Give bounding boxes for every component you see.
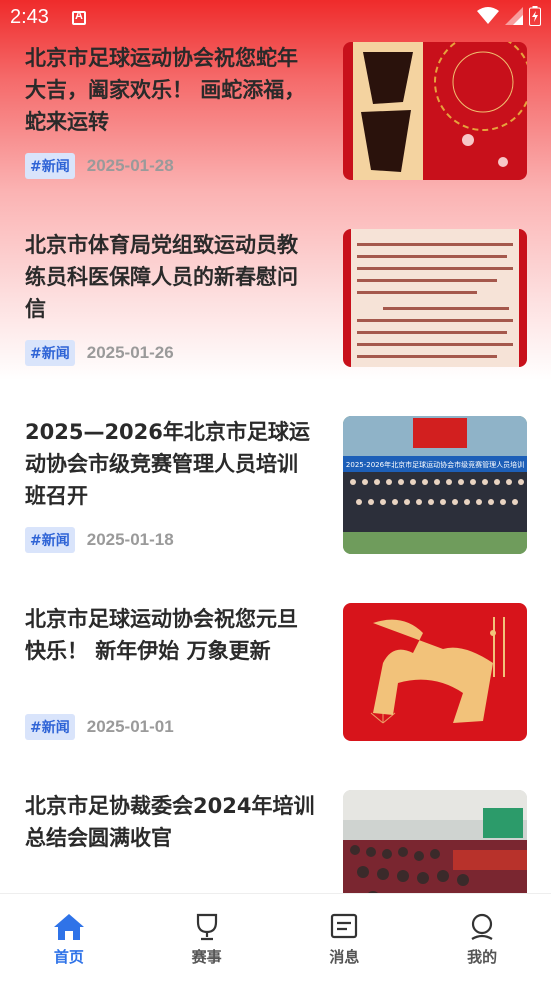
- news-thumbnail[interactable]: [343, 42, 527, 180]
- news-item[interactable]: 北京市足协裁委会2024年培训总结会圆满收官: [0, 784, 551, 893]
- bottom-tab-bar: 首页 赛事 消息 我的: [0, 893, 551, 982]
- trophy-icon: [190, 912, 224, 942]
- news-title[interactable]: 北京市足球运动协会祝您元旦快乐！ 新年伊始 万象更新: [25, 603, 315, 667]
- news-title[interactable]: 北京市足球运动协会祝您蛇年大吉，阖家欢乐！ 画蛇添福，蛇来运转: [25, 42, 315, 138]
- tab-home[interactable]: 首页: [0, 894, 138, 982]
- tab-events[interactable]: 赛事: [138, 894, 276, 982]
- tab-label: 赛事: [191, 948, 222, 966]
- user-icon: [465, 912, 499, 942]
- news-item[interactable]: 2025—2026年北京市足球运动协会市级竞赛管理人员培训班召开 #新闻 202…: [0, 410, 551, 597]
- news-item[interactable]: 北京市体育局党组致运动员教练员科医保障人员的新春慰问信 #新闻 2025-01-…: [0, 223, 551, 410]
- tab-label: 消息: [329, 948, 360, 966]
- news-item[interactable]: 北京市足球运动协会祝您蛇年大吉，阖家欢乐！ 画蛇添福，蛇来运转 #新闻 2025…: [0, 36, 551, 223]
- news-thumbnail[interactable]: [343, 603, 527, 741]
- tab-messages[interactable]: 消息: [276, 894, 414, 982]
- news-date: 2025-01-18: [86, 530, 174, 549]
- news-title[interactable]: 北京市足协裁委会2024年培训总结会圆满收官: [25, 790, 315, 854]
- home-icon: [52, 912, 86, 942]
- thumb-banner-text: 2025-2026年北京市足球运动协会市级竞赛管理人员培训: [346, 460, 524, 469]
- news-title[interactable]: 2025—2026年北京市足球运动协会市级竞赛管理人员培训班召开: [25, 416, 315, 512]
- status-bar: 2:43: [0, 0, 551, 36]
- news-feed[interactable]: 北京市足球运动协会祝您蛇年大吉，阖家欢乐！ 画蛇添福，蛇来运转 #新闻 2025…: [0, 36, 551, 893]
- signal-icon: [505, 7, 523, 25]
- tab-label: 我的: [467, 948, 498, 966]
- message-icon: [327, 912, 361, 942]
- news-title[interactable]: 北京市体育局党组致运动员教练员科医保障人员的新春慰问信: [25, 229, 315, 325]
- news-tag[interactable]: #新闻: [25, 153, 75, 179]
- battery-icon: [529, 6, 541, 26]
- news-tag[interactable]: #新闻: [25, 527, 75, 553]
- wifi-icon: [477, 7, 499, 24]
- news-thumbnail[interactable]: 2025-2026年北京市足球运动协会市级竞赛管理人员培训: [343, 416, 527, 554]
- news-date: 2025-01-26: [86, 343, 174, 362]
- status-time: 2:43: [10, 6, 49, 28]
- news-thumbnail[interactable]: [343, 790, 527, 893]
- news-tag[interactable]: #新闻: [25, 340, 75, 366]
- news-thumbnail[interactable]: [343, 229, 527, 367]
- news-date: 2025-01-01: [86, 717, 174, 736]
- news-date: 2025-01-28: [86, 156, 174, 175]
- tab-profile[interactable]: 我的: [413, 894, 551, 982]
- news-tag[interactable]: #新闻: [25, 714, 75, 740]
- a-icon: [72, 10, 86, 25]
- tab-label: 首页: [53, 948, 84, 966]
- news-item[interactable]: 北京市足球运动协会祝您元旦快乐！ 新年伊始 万象更新 #新闻 2025-01-0…: [0, 597, 551, 784]
